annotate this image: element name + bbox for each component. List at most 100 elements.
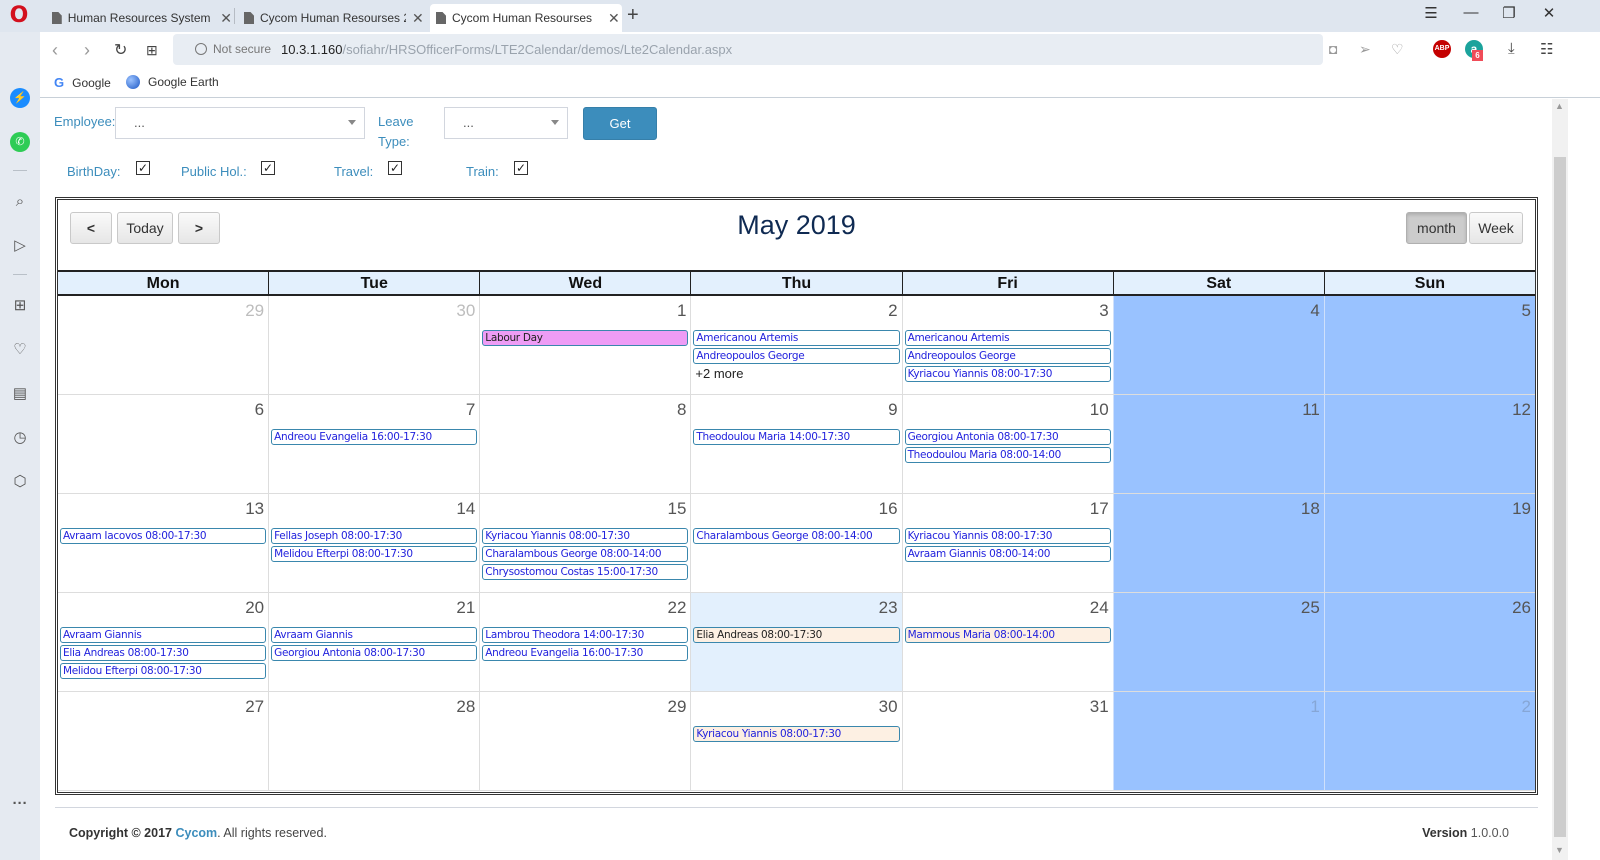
birthday-checkbox[interactable]: ✓ [136,161,150,175]
send-icon[interactable]: ➢ [1359,34,1371,65]
leave-event[interactable]: Theodoulou Maria 08:00-14:00 [904,447,1111,463]
day-cell[interactable]: 21 Avraam Giannis Georgiou Antonia 08:00-1… [268,593,480,691]
day-number[interactable]: 7 [466,400,475,420]
opera-menu-icon[interactable]: O [8,5,30,27]
get-button[interactable]: Get [583,107,657,140]
day-number[interactable]: 23 [879,598,898,618]
leave-event[interactable]: Chrysostomou Costas 15:00-17:30 [482,564,689,580]
month-view-button[interactable]: month [1406,212,1467,244]
day-cell[interactable]: 7 Andreou Evangelia 16:00-17:30 [268,395,480,493]
close-tab-icon[interactable]: ✕ [412,10,424,27]
day-number[interactable]: 24 [1090,598,1109,618]
minimize-button[interactable]: — [1456,4,1486,21]
page-scrollbar[interactable]: ▲ ▼ [1552,99,1568,860]
leave-event[interactable]: Americanou Artemis [693,330,900,346]
day-cell[interactable]: 1 Labour Day [479,296,691,394]
day-cell[interactable]: 20 Avraam Giannis Elia Andreas 08:00-17:30… [58,593,269,691]
day-cell[interactable]: 24 Mammous Maria 08:00-14:00 [901,593,1113,691]
leave-event[interactable]: Americanou Artemis [904,330,1111,346]
leave-event[interactable]: Charalambous George 08:00-14:00 [693,528,900,544]
leave-event[interactable]: Andreou Evangelia 16:00-17:30 [271,429,478,445]
leave-event[interactable]: Elia Andreas 08:00-17:30 [60,645,267,661]
day-cell[interactable]: 6 [58,395,269,493]
day-cell[interactable]: 31 [901,692,1113,790]
leave-event[interactable]: Kyriacou Yiannis 08:00-17:30 [693,726,900,742]
leave-event[interactable]: Charalambous George 08:00-14:00 [482,546,689,562]
day-cell[interactable]: 19 [1323,494,1535,592]
day-number[interactable]: 21 [456,598,475,618]
new-tab-button[interactable]: + [627,4,639,27]
brand-link[interactable]: Cycom [175,826,217,840]
day-number[interactable]: 14 [456,499,475,519]
week-view-button[interactable]: Week [1469,212,1523,244]
day-number[interactable]: 25 [1301,598,1320,618]
day-cell[interactable]: 4 [1112,296,1324,394]
adblock-icon[interactable]: ABP [1433,40,1451,58]
leave-event[interactable]: Theodoulou Maria 14:00-17:30 [693,429,900,445]
day-cell[interactable]: 29 [58,296,269,394]
whatsapp-icon[interactable]: ✆ [10,132,30,152]
close-tab-icon[interactable]: ✕ [220,10,232,27]
public-holiday-checkbox[interactable]: ✓ [261,161,275,175]
history-clock-icon[interactable]: ◷ [10,428,30,448]
day-number[interactable]: 1 [677,301,686,321]
day-cell[interactable]: 25 [1112,593,1324,691]
day-number[interactable]: 13 [245,499,264,519]
leave-event[interactable]: Mammous Maria 08:00-14:00 [904,627,1111,643]
more-icon[interactable]: ··· [10,794,30,814]
day-number[interactable]: 30 [456,301,475,321]
leave-event[interactable]: Kyriacou Yiannis 08:00-17:30 [904,528,1111,544]
leave-event[interactable]: Kyriacou Yiannis 08:00-17:30 [482,528,689,544]
back-button[interactable]: ‹ [52,40,58,61]
bookmarks-heart-icon[interactable]: ♡ [10,340,30,360]
day-number[interactable]: 4 [1310,301,1319,321]
day-cell[interactable]: 9 Theodoulou Maria 14:00-17:30 [690,395,902,493]
leave-event[interactable]: Andreou Evangelia 16:00-17:30 [482,645,689,661]
day-cell[interactable]: 10 Georgiou Antonia 08:00-17:30 Theodoulou… [901,395,1113,493]
day-cell[interactable]: 30 [268,296,480,394]
day-cell[interactable]: 28 [268,692,480,790]
send-icon[interactable]: ▷ [10,236,30,256]
day-number[interactable]: 12 [1512,400,1531,420]
leave-event[interactable]: Elia Andreas 08:00-17:30 [693,627,900,643]
day-cell[interactable]: 14 Fellas Joseph 08:00-17:30 Melidou Efter… [268,494,480,592]
day-cell[interactable]: 18 [1112,494,1324,592]
day-number[interactable]: 9 [888,400,897,420]
day-cell[interactable]: 5 [1323,296,1535,394]
day-cell-today[interactable]: 23 Elia Andreas 08:00-17:30 [690,593,902,691]
day-number[interactable]: 8 [677,400,686,420]
day-cell[interactable]: 26 [1323,593,1535,691]
day-number[interactable]: 30 [879,697,898,717]
day-number[interactable]: 5 [1522,301,1531,321]
day-number[interactable]: 18 [1301,499,1320,519]
day-number[interactable]: 17 [1090,499,1109,519]
day-number[interactable]: 10 [1090,400,1109,420]
day-cell[interactable]: 2 Americanou Artemis Andreopoulos George +2… [690,296,902,394]
leave-event[interactable]: Avraam Giannis 08:00-14:00 [904,546,1111,562]
leave-event[interactable]: Melidou Efterpi 08:00-17:30 [271,546,478,562]
url-field[interactable]: Not secure 10.3.1.160/sofiahr/HRSOfficer… [173,34,1404,65]
day-cell[interactable]: 3 Americanou Artemis Andreopoulos George Ky… [901,296,1113,394]
heart-icon[interactable]: ♡ [1391,34,1404,65]
leave-event[interactable]: Melidou Efterpi 08:00-17:30 [60,663,267,679]
leave-event[interactable]: Kyriacou Yiannis 08:00-17:30 [904,366,1111,382]
day-number[interactable]: 31 [1090,697,1109,717]
reload-button[interactable]: ↻ [114,40,127,60]
day-cell[interactable]: 30 Kyriacou Yiannis 08:00-17:30 [690,692,902,790]
day-number[interactable]: 2 [1522,697,1531,717]
day-number[interactable]: 20 [245,598,264,618]
day-number[interactable]: 6 [255,400,264,420]
day-cell[interactable]: 8 [479,395,691,493]
day-cell[interactable]: 2 [1323,692,1535,790]
easy-setup-icon[interactable]: ☷ [1540,40,1553,58]
camera-icon[interactable]: ◘ [1329,34,1337,65]
speed-dial-icon[interactable]: ⊞ [10,296,30,316]
day-cell[interactable]: 11 [1112,395,1324,493]
day-cell[interactable]: 13 Avraam Iacovos 08:00-17:30 [58,494,269,592]
speed-dial-icon[interactable]: ⊞ [146,42,158,59]
news-icon[interactable]: ▤ [10,384,30,404]
leave-event[interactable]: Avraam Iacovos 08:00-17:30 [60,528,267,544]
day-number[interactable]: 22 [668,598,687,618]
day-number[interactable]: 29 [245,301,264,321]
messenger-icon[interactable]: ⚡ [10,88,30,108]
